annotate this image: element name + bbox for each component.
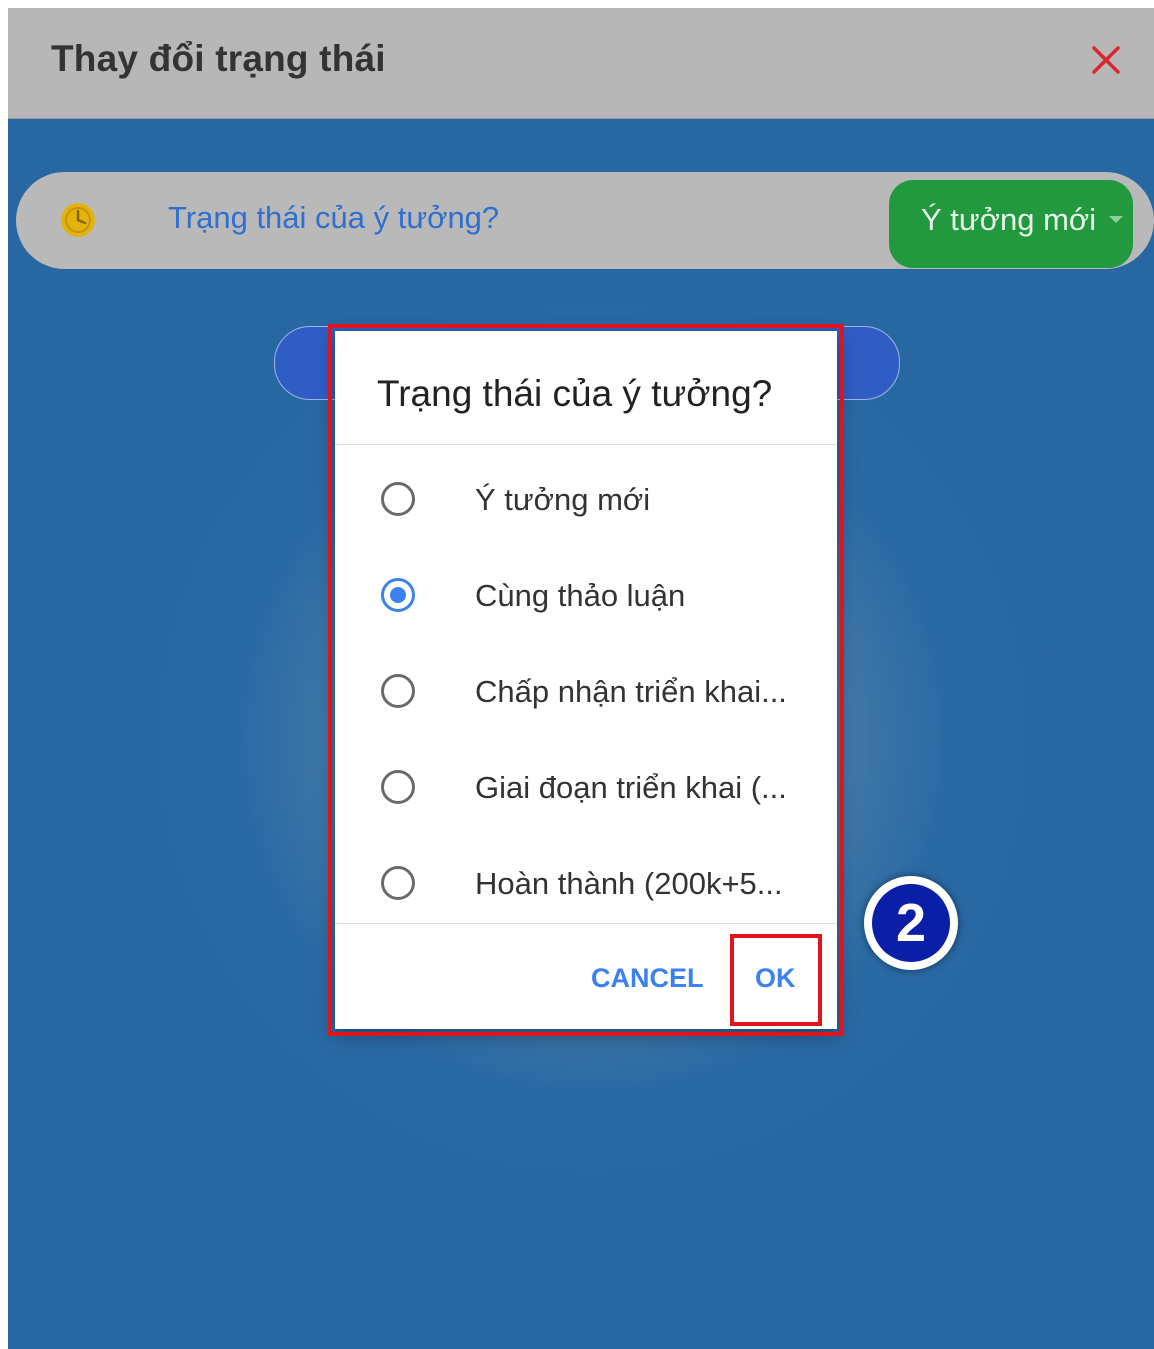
chevron-down-icon [1109,216,1123,223]
status-row: Trạng thái của ý tưởng? Ý tưởng mới [16,172,1154,269]
app-window: Thay đổi trạng thái Trạng thái của ý tưở… [8,8,1154,1349]
status-select[interactable]: Ý tưởng mới [889,180,1133,268]
step-number: 2 [872,884,950,962]
close-icon [1092,46,1120,74]
status-select-value: Ý tưởng mới [921,202,1097,237]
close-button[interactable] [1086,40,1126,80]
step-marker: 2 [864,876,958,970]
status-label: Trạng thái của ý tưởng? [168,200,500,235]
dialog-highlight-box [328,324,844,1036]
clock-icon [61,203,95,237]
dialog-header: Thay đổi trạng thái [8,8,1154,119]
page-title: Thay đổi trạng thái [51,38,386,79]
ok-highlight-box [730,934,822,1026]
